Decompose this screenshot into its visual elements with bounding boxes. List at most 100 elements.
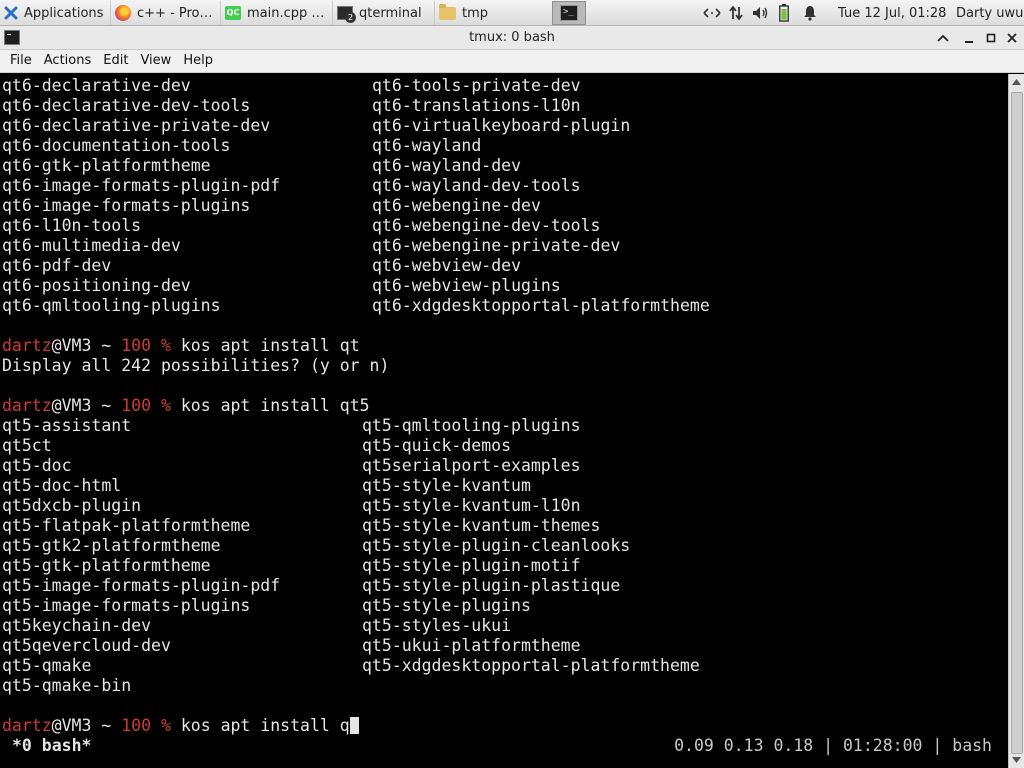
task-active-terminal[interactable]: >_ <box>552 1 586 25</box>
qtcreator-icon: QC <box>225 6 241 20</box>
tmux-status-right: 0.09 0.13 0.18 | 01:28:00 | bash <box>674 736 992 755</box>
xfce-logo-icon <box>4 6 18 20</box>
task-label: qterminal <box>359 5 422 21</box>
completion-item: qt6-virtualkeyboard-plugin <box>372 116 631 135</box>
close-button[interactable] <box>1003 29 1021 47</box>
window-title: tmux: 0 bash <box>469 30 555 45</box>
maximize-button[interactable] <box>982 29 1000 47</box>
prompt-user: dartz <box>2 336 52 355</box>
completion-item: qt6-declarative-private-dev <box>2 116 271 135</box>
completion-item: qt6-l10n-tools <box>2 216 142 235</box>
completion-item: qt5dxcb-plugin <box>2 496 142 515</box>
completion-item: qt5-style-plugin-plastique <box>362 576 621 595</box>
completion-item: qt6-gtk-platformtheme <box>2 156 211 175</box>
prompt-line-current: dartz@VM3 ~ 100 % kos apt install q <box>2 716 359 736</box>
completion-item: qt5-qmake-bin <box>2 676 132 695</box>
completion-item: qt6-image-formats-plugin-pdf <box>2 176 281 195</box>
terminal-icon: 2 <box>337 6 356 23</box>
task-label: tmp <box>462 5 489 21</box>
completion-item: qt5keychain-dev <box>2 616 152 635</box>
transfer-arrows-icon[interactable] <box>724 1 748 25</box>
battery-icon[interactable] <box>772 1 796 25</box>
completion-item: qt5-style-kvantum-l10n <box>362 496 581 515</box>
minimize-button[interactable] <box>960 29 978 47</box>
prompt-status: 100 % <box>121 716 171 735</box>
completion-item: qt5ct <box>2 436 52 455</box>
completion-item: qt5-quick-demos <box>362 436 512 455</box>
arrow-down-icon <box>1012 757 1021 763</box>
terminal-scrollbar[interactable] <box>1008 74 1024 768</box>
completion-item: qt5serialport-examples <box>362 456 581 475</box>
arrow-up-icon <box>1012 79 1021 85</box>
chevron-up-icon <box>937 34 949 42</box>
command-text: kos apt install qt <box>180 336 360 355</box>
completion-item: qt5-qmltooling-plugins <box>362 416 581 435</box>
completion-item: qt6-translations-l10n <box>372 96 581 115</box>
menu-file[interactable]: File <box>4 50 38 72</box>
completion-item: qt6-webengine-dev-tools <box>372 216 601 235</box>
completion-item: qt6-documentation-tools <box>2 136 231 155</box>
completion-item: qt6-webview-plugins <box>372 276 561 295</box>
firefox-icon <box>115 5 131 21</box>
completion-item: qt5-assistant <box>2 416 132 435</box>
completion-item: qt5-style-plugin-cleanlooks <box>362 536 631 555</box>
completion-item: qt6-positioning-dev <box>2 276 191 295</box>
completion-item: qt6-image-formats-plugins <box>2 196 251 215</box>
volume-icon[interactable] <box>748 1 772 25</box>
user-menu[interactable]: Darty uwu <box>956 1 1023 25</box>
prompt-status: 100 % <box>121 336 171 355</box>
completion-item: qt6-tools-private-dev <box>372 76 581 95</box>
menu-edit[interactable]: Edit <box>97 50 134 72</box>
completion-item: qt5-gtk-platformtheme <box>2 556 211 575</box>
prompt-status: 100 % <box>121 396 171 415</box>
completion-item: qt5-gtk2-platformtheme <box>2 536 221 555</box>
prompt-user: dartz <box>2 396 52 415</box>
completion-item: qt5-image-formats-plugins <box>2 596 251 615</box>
completion-item: qt5qevercloud-dev <box>2 636 171 655</box>
completion-item: qt6-pdf-dev <box>2 256 112 275</box>
prompt-host: @VM3 ~ <box>51 336 122 355</box>
window-titlebar[interactable]: tmux: 0 bash <box>0 26 1024 50</box>
command-text: kos apt install qt5 <box>180 396 370 415</box>
terminal-output[interactable]: qt6-declarative-dev qt6-declarative-dev-t… <box>0 74 1008 768</box>
task-qtcreator[interactable]: QC main.cpp … <box>220 1 330 25</box>
completion-item: qt5-flatpak-platformtheme <box>2 516 251 535</box>
task-firefox[interactable]: c++ - Pro… <box>110 1 218 25</box>
clock-label: Tue 12 Jul, 01:28 <box>838 5 947 21</box>
prompt-line: dartz@VM3 ~ 100 % kos apt install qt <box>2 336 360 356</box>
menu-actions[interactable]: Actions <box>38 50 98 72</box>
completion-item: qt5-qmake <box>2 656 92 675</box>
window-menu-button[interactable] <box>934 29 952 47</box>
tmux-window-list[interactable]: *0 bash* <box>12 736 91 756</box>
task-qterminal[interactable]: 2 qterminal <box>332 1 432 25</box>
task-label: c++ - Pro… <box>137 5 213 21</box>
clock[interactable]: Tue 12 Jul, 01:28 <box>838 1 946 25</box>
prompt-host: @VM3 ~ <box>51 716 122 735</box>
completion-item: qt6-declarative-dev-tools <box>2 96 251 115</box>
completion-item: qt5-styles-ukui <box>362 616 512 635</box>
system-tray <box>700 1 824 25</box>
scroll-down-button[interactable] <box>1009 752 1024 768</box>
minimize-icon <box>965 41 973 43</box>
menu-view[interactable]: View <box>134 50 177 72</box>
maximize-icon <box>986 33 996 43</box>
completion-item: qt5-image-formats-plugin-pdf <box>2 576 281 595</box>
notifications-bell-icon[interactable] <box>796 1 824 25</box>
user-name-label: Darty uwu <box>956 5 1024 21</box>
completion-item: qt6-xdgdesktopportal-platformtheme <box>372 296 710 315</box>
menubar: File Actions Edit View Help <box>0 50 1024 73</box>
close-icon <box>1007 33 1017 43</box>
task-tmp[interactable]: tmp <box>434 1 542 25</box>
completion-item: qt6-wayland-dev <box>372 156 522 175</box>
prompt-host: @VM3 ~ <box>51 396 122 415</box>
completion-item: qt6-webengine-private-dev <box>372 236 621 255</box>
menu-help[interactable]: Help <box>177 50 219 72</box>
scroll-up-button[interactable] <box>1009 74 1024 90</box>
window-count-badge: 2 <box>345 12 356 23</box>
completion-item: qt6-wayland-dev-tools <box>372 176 581 195</box>
applications-menu-button[interactable]: Applications ☰ <box>0 1 108 25</box>
completion-item: qt6-declarative-dev <box>2 76 191 95</box>
network-icon[interactable] <box>700 1 724 25</box>
completion-item: qt6-wayland <box>372 136 482 155</box>
scrollbar-thumb[interactable] <box>1011 92 1023 754</box>
